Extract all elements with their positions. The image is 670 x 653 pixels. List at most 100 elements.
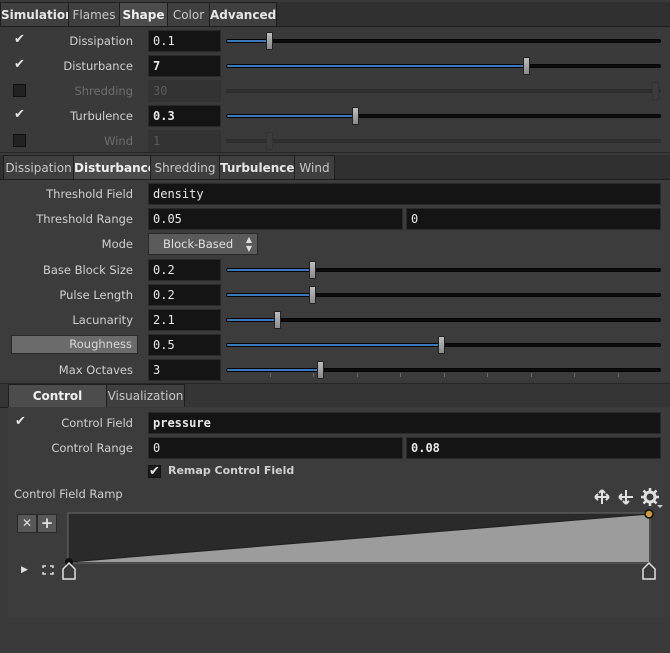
chevron-updown-icon: ▲ ▼	[245, 235, 252, 253]
disturbance-slider-track[interactable]	[226, 64, 661, 68]
add-key-button[interactable]: +	[37, 514, 57, 533]
scale-keys-icon[interactable]	[617, 488, 635, 506]
divider	[0, 152, 670, 153]
base-block-size-slider-fill	[227, 269, 314, 271]
max-octaves-input[interactable]: 3	[148, 359, 221, 381]
plus-icon: +	[40, 514, 54, 532]
pulse-length-input[interactable]: 0.2	[148, 284, 221, 306]
play-icon[interactable]: ▶	[21, 565, 28, 575]
control-range-max-input[interactable]: 0.08	[406, 437, 661, 459]
slider-tick	[617, 373, 619, 377]
roughness-input[interactable]: 0.5	[148, 334, 221, 356]
control-field-input[interactable]: pressure	[148, 412, 661, 434]
tab-simulation[interactable]: Simulation	[0, 2, 74, 26]
base-block-size-input[interactable]: 0.2	[148, 259, 221, 281]
dissipation-input[interactable]: 0.1	[148, 30, 221, 52]
close-icon: ✕	[21, 516, 33, 530]
mode-dropdown[interactable]: Block-Based ▲ ▼	[148, 233, 258, 255]
tab-color[interactable]: Color	[167, 2, 210, 26]
slider-tick	[269, 373, 271, 377]
turbulence-input[interactable]: 0.3	[148, 105, 221, 127]
disturbance-slider-handle[interactable]	[523, 57, 531, 75]
mode-dropdown-value: Block-Based	[163, 237, 234, 251]
threshold-range-min-input[interactable]: 0.05	[148, 208, 403, 230]
control-range-min-input[interactable]: 0	[148, 437, 403, 459]
roughness-slider-handle[interactable]	[437, 336, 445, 354]
control-field-label: Control Field	[61, 416, 133, 430]
base-block-size-slider-handle[interactable]	[308, 261, 316, 279]
ramp-position-marker-end	[642, 561, 656, 580]
tab-shape[interactable]: Shape	[119, 2, 168, 26]
remap-control-field-label: Remap Control Field	[168, 464, 295, 477]
tab-visualization[interactable]: Visualization	[106, 384, 185, 407]
tab-wind[interactable]: Wind	[294, 155, 335, 179]
control-range-label: Control Range	[51, 441, 133, 455]
shredding-slider-handle	[652, 82, 659, 100]
move-keys-icon[interactable]	[593, 488, 611, 506]
base-block-size-label: Base Block Size	[42, 263, 133, 277]
pulse-length-slider-fill	[227, 294, 314, 296]
shredding-label: Shredding	[74, 84, 133, 98]
threshold-field-label: Threshold Field	[46, 187, 133, 201]
pulse-length-slider-track[interactable]	[226, 293, 661, 297]
control-field-ramp-label: Control Field Ramp	[14, 487, 123, 501]
lacunarity-slider-handle[interactable]	[274, 311, 282, 329]
threshold-field-input[interactable]: density	[148, 183, 661, 205]
roughness-slider-fill	[227, 344, 444, 346]
tab-control-settings[interactable]: Control Settings	[8, 384, 107, 426]
dissipation-slider-handle[interactable]	[265, 32, 273, 50]
lacunarity-label: Lacunarity	[72, 313, 133, 327]
slider-tick	[574, 373, 575, 377]
dissipation-label: Dissipation	[69, 34, 133, 48]
gear-icon[interactable]	[640, 487, 664, 509]
threshold-range-max-input[interactable]: 0	[406, 208, 661, 230]
slider-tick	[530, 373, 532, 377]
turbulence-slider-handle[interactable]	[351, 107, 359, 125]
sub-tab-bar: Dissipation Disturbance Shredding Turbul…	[0, 155, 670, 180]
max-octaves-slider-track[interactable]	[226, 368, 661, 372]
tab-dissipation[interactable]: Dissipation	[3, 155, 74, 179]
slider-tick	[443, 373, 445, 377]
delete-key-button[interactable]: ✕	[17, 514, 37, 533]
tab-disturbance[interactable]: Disturbance	[73, 155, 156, 179]
tab-advanced[interactable]: Advanced	[209, 2, 277, 26]
slider-tick	[356, 373, 358, 377]
remap-control-field-checkbox[interactable]: ✔	[148, 465, 161, 478]
wind-slider-handle	[265, 132, 273, 150]
dissipation-slider-track[interactable]	[226, 39, 661, 43]
control-field-ramp-editor[interactable]	[62, 509, 662, 583]
lacunarity-slider-fill	[227, 319, 279, 321]
top-tab-bar: Simulation Flames Shape Color Advanced	[0, 2, 670, 27]
ramp-key-end	[644, 509, 654, 519]
mode-label: Mode	[101, 237, 133, 251]
base-block-size-slider-track[interactable]	[226, 268, 661, 272]
lacunarity-input[interactable]: 2.1	[148, 309, 221, 331]
slider-tick	[487, 373, 488, 377]
turbulence-slider-track[interactable]	[226, 114, 661, 118]
max-octaves-slider-handle[interactable]	[317, 361, 325, 379]
turbulence-label: Turbulence	[70, 109, 133, 123]
lacunarity-slider-track[interactable]	[226, 318, 661, 322]
max-octaves-label: Max Octaves	[58, 363, 133, 377]
disturbance-slider-fill	[227, 65, 531, 67]
tab-flames[interactable]: Flames	[68, 2, 120, 26]
shredding-slider-track	[226, 89, 661, 93]
shredding-input: 30	[148, 80, 221, 102]
tab-turbulence[interactable]: Turbulence	[219, 155, 295, 179]
wind-input: 1	[148, 130, 221, 152]
disturbance-label: Disturbance	[63, 59, 133, 73]
tab-shredding[interactable]: Shredding	[150, 155, 220, 179]
slider-tick	[313, 373, 314, 377]
threshold-range-label: Threshold Range	[36, 212, 133, 226]
wind-label: Wind	[104, 134, 133, 148]
roughness-label-button[interactable]: Roughness	[11, 335, 138, 354]
turbulence-slider-fill	[227, 115, 357, 117]
control-tab-bar: Control Settings Visualization	[0, 384, 670, 426]
disturbance-input[interactable]: 7	[148, 55, 221, 77]
ramp-position-marker-start	[62, 561, 76, 580]
pulse-length-slider-handle[interactable]	[308, 286, 316, 304]
pulse-length-label: Pulse Length	[59, 288, 133, 302]
frame-all-icon[interactable]	[42, 565, 54, 575]
dissipation-slider-fill	[227, 40, 271, 42]
slider-tick	[400, 373, 401, 377]
